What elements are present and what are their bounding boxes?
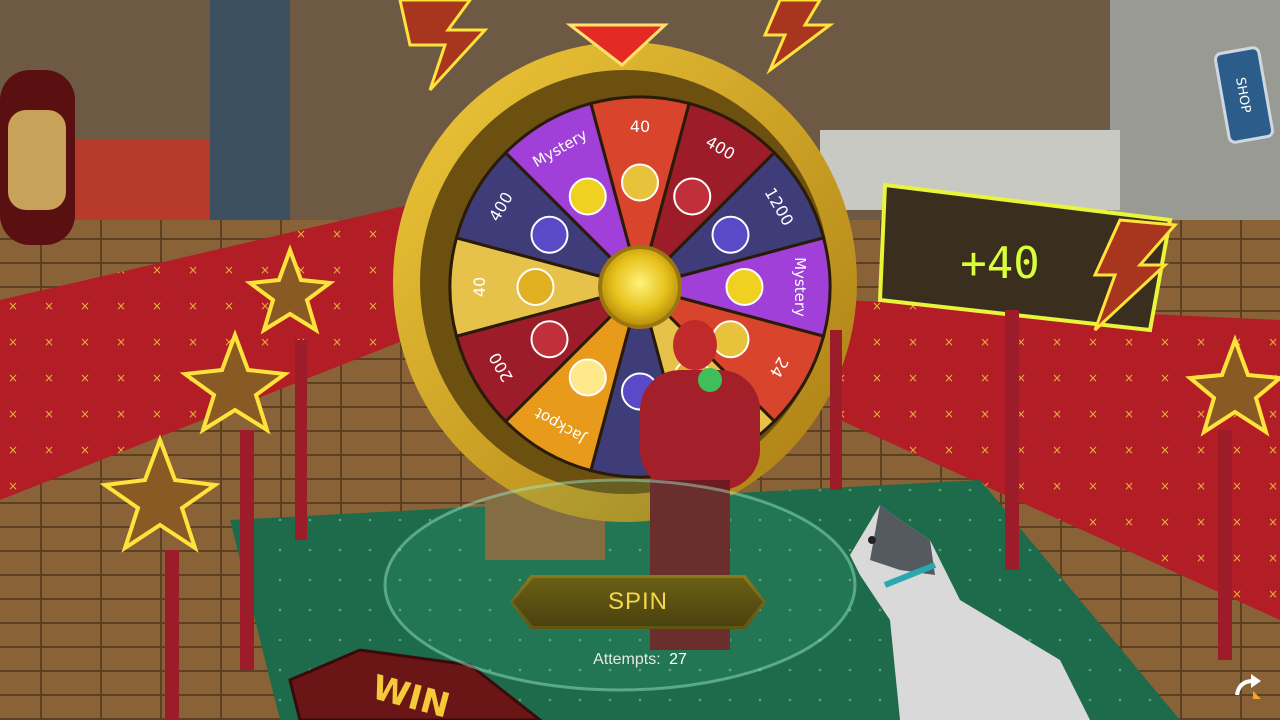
mystery-box-icon xyxy=(568,177,607,216)
open-door xyxy=(210,0,290,230)
attempts-label: Attempts: xyxy=(593,651,661,668)
purple-chip-icon xyxy=(711,215,750,254)
attempts-counter: Attempts: 27 xyxy=(560,651,720,669)
wheel-segment-label: 40 xyxy=(470,277,489,297)
rotate-arrow-icon xyxy=(1235,674,1261,699)
gold-coin-icon xyxy=(516,268,555,306)
gold-bars-icon xyxy=(621,163,659,202)
wheel-segment-label: 40 xyxy=(630,117,650,136)
spin-button-label: SPIN xyxy=(607,588,668,615)
wheel-segment-label: Mystery xyxy=(791,257,809,317)
reward-value: +40 xyxy=(960,238,1039,289)
red-chip-icon xyxy=(673,177,712,216)
jukebox xyxy=(0,70,75,245)
prize-wheel[interactable]: 404001200Mystery24Jackpot20040400Mystery xyxy=(393,42,857,522)
wheel-hub xyxy=(598,245,682,329)
gold-case-icon xyxy=(711,320,750,359)
attempts-count: 27 xyxy=(669,651,687,668)
spin-button[interactable]: SPIN xyxy=(510,575,766,629)
red-chip-icon xyxy=(530,320,569,359)
star-icon xyxy=(568,358,607,397)
camera-rotate-button[interactable] xyxy=(1230,670,1266,706)
purple-chip-icon xyxy=(530,215,569,254)
mystery-box-icon xyxy=(725,268,764,306)
